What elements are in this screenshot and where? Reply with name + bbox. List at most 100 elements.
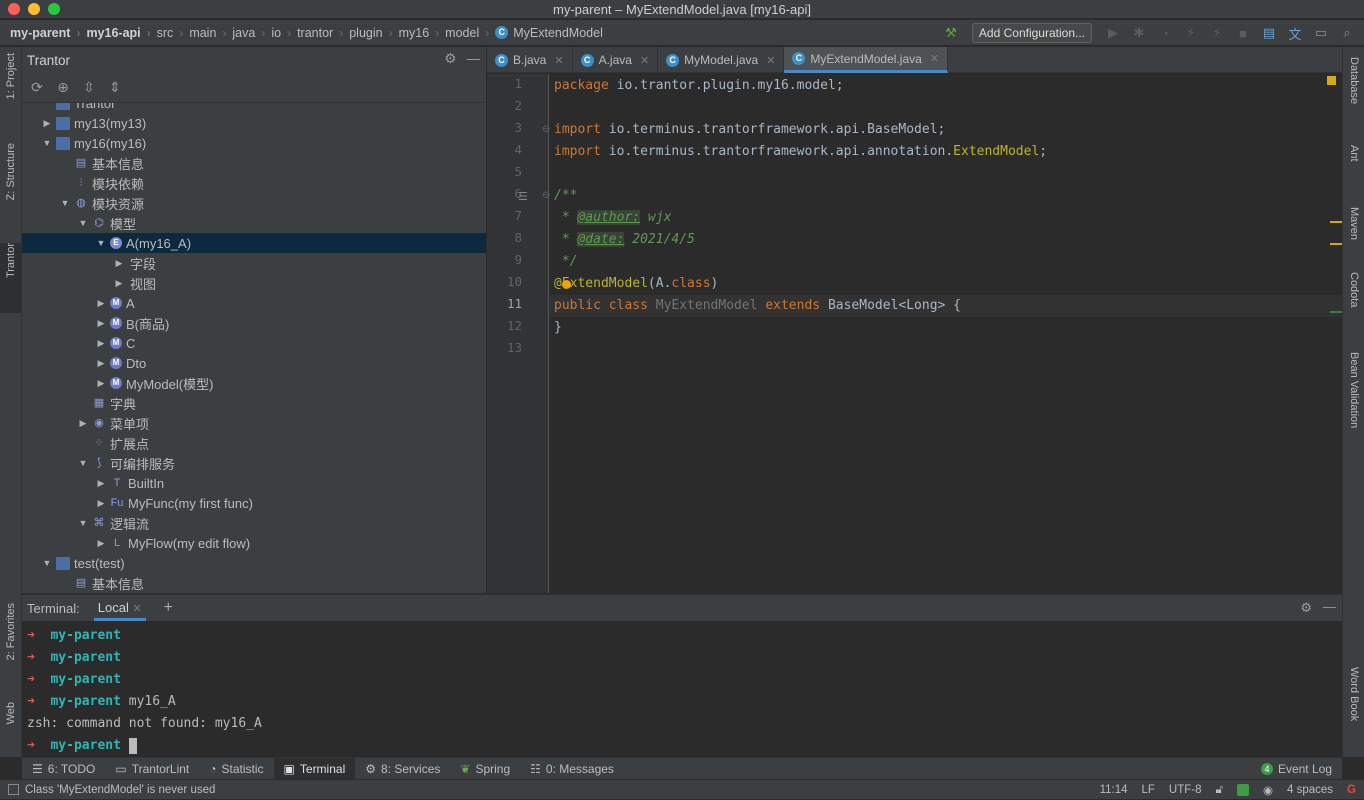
tool-tab-project[interactable]: 1: Project — [0, 53, 22, 133]
stop-icon[interactable]: ■ — [1232, 22, 1254, 44]
profile-icon[interactable]: ⚡ — [1180, 22, 1202, 44]
tool-tab-favorites[interactable]: 2: Favorites — [0, 603, 22, 693]
terminal-prompt[interactable]: ➜ my-parent — [27, 735, 1337, 757]
tool-tab-spring[interactable]: ❦ Spring — [450, 758, 520, 780]
tree-item[interactable]: ▶ 字段 — [22, 253, 486, 273]
fold-icon[interactable]: ⊖ — [542, 190, 550, 201]
zoom-window-button[interactable] — [48, 3, 60, 15]
tree-item[interactable]: ⁘ 扩展点 — [22, 433, 486, 453]
hide-icon[interactable]: — — [1323, 599, 1336, 614]
tree-item[interactable]: ▶ M MyModel(模型) — [22, 373, 486, 393]
expand-arrow-icon[interactable]: ▶ — [112, 258, 126, 269]
collapse-arrow-icon[interactable]: ▼ — [76, 458, 90, 468]
run-icon[interactable]: ▶ — [1102, 22, 1124, 44]
line-separator[interactable]: LF — [1142, 784, 1155, 796]
editor-tab[interactable]: C B.java ✕ — [487, 47, 573, 73]
tree-item[interactable]: ▶ M C — [22, 333, 486, 353]
tree-item[interactable]: ▤ 基本信息 — [22, 153, 486, 173]
breadcrumb-item[interactable]: trantor › — [297, 26, 349, 40]
tool-tab-messages[interactable]: ☷ 0: Messages — [520, 758, 624, 780]
tree-item[interactable]: Trantor — [22, 103, 486, 113]
expand-arrow-icon[interactable]: ▶ — [94, 318, 108, 329]
tree-item[interactable]: ▼ ⌘ 逻辑流 — [22, 513, 486, 533]
tree-item[interactable]: ▦ 字典 — [22, 393, 486, 413]
breadcrumb-item[interactable]: src › — [157, 26, 190, 40]
tool-tab-structure[interactable]: Z: Structure — [0, 143, 22, 233]
tool-tab-bean-validation[interactable]: Bean Validation — [1343, 352, 1364, 452]
close-icon[interactable]: ✕ — [766, 54, 775, 67]
tool-tab-trantorlint[interactable]: ▭ TrantorLint — [105, 758, 199, 780]
tree-item[interactable]: ▶ L MyFlow(my edit flow) — [22, 533, 486, 553]
tree-item[interactable]: ⫶ 模块依赖 — [22, 173, 486, 193]
editor-tab[interactable]: C MyModel.java ✕ — [658, 47, 785, 73]
tool-windows-icon[interactable] — [8, 784, 19, 795]
tool-tab-trantor[interactable]: Trantor — [0, 243, 22, 313]
hide-icon[interactable]: — — [467, 51, 481, 67]
minimize-window-button[interactable] — [28, 3, 40, 15]
close-icon[interactable]: ✕ — [930, 52, 939, 65]
tree-item[interactable]: ▼ ⟆ 可编排服务 — [22, 453, 486, 473]
breadcrumb-item[interactable]: java › — [232, 26, 271, 40]
collapse-arrow-icon[interactable]: ▼ — [94, 238, 108, 248]
tree-item[interactable]: ▤ 基本信息 — [22, 573, 486, 593]
breadcrumb-item[interactable]: C MyExtendModel — [495, 26, 603, 40]
caret-position[interactable]: 11:14 — [1100, 784, 1128, 796]
tool-tab-event-log[interactable]: 4 Event Log — [1251, 758, 1342, 780]
tree-item[interactable]: ▶ my13(my13) — [22, 113, 486, 133]
doc-render-icon[interactable]: ☰ — [518, 190, 528, 203]
collapse-arrow-icon[interactable]: ▼ — [76, 518, 90, 528]
expand-arrow-icon[interactable]: ▶ — [112, 278, 126, 289]
breadcrumb-item[interactable]: my16 › — [399, 26, 446, 40]
gear-icon[interactable]: ⚙ — [1300, 600, 1312, 616]
refresh-icon[interactable]: ⟳ — [28, 79, 46, 97]
add-configuration-button[interactable]: Add Configuration... — [971, 23, 1092, 43]
error-stripe-mark[interactable] — [1330, 243, 1342, 245]
codota-icon[interactable] — [1236, 784, 1249, 796]
gear-icon[interactable]: ⚙ — [444, 51, 456, 67]
coverage-icon[interactable]: ◔ — [1154, 22, 1176, 44]
breadcrumb-item[interactable]: plugin › — [349, 26, 398, 40]
tree-item[interactable]: ▶ 视图 — [22, 273, 486, 293]
breadcrumb-item[interactable]: my-parent › — [10, 26, 86, 40]
file-encoding[interactable]: UTF-8 — [1169, 784, 1202, 796]
breadcrumb-item[interactable]: io › — [271, 26, 297, 40]
attach-icon[interactable]: ⚡ — [1206, 22, 1228, 44]
expand-arrow-icon[interactable]: ▶ — [94, 498, 108, 509]
expand-arrow-icon[interactable]: ▶ — [76, 418, 90, 429]
expand-arrow-icon[interactable]: ▶ — [94, 338, 108, 349]
error-stripe-mark[interactable] — [1330, 311, 1342, 313]
collapse-arrow-icon[interactable]: ▼ — [40, 558, 54, 568]
editor-tab-active[interactable]: C MyExtendModel.java ✕ — [784, 47, 949, 73]
debug-icon[interactable]: ✱ — [1128, 22, 1150, 44]
terminal-tab-local[interactable]: Local ✕ — [93, 595, 146, 621]
breadcrumb-item[interactable]: model › — [445, 26, 495, 40]
google-translate-icon[interactable]: G — [1347, 784, 1356, 796]
project-structure-icon[interactable]: ▤ — [1258, 22, 1280, 44]
breadcrumb-item[interactable]: main › — [189, 26, 232, 40]
expand-arrow-icon[interactable]: ▶ — [40, 118, 54, 129]
tree-item[interactable]: ▼ ⌬ 模型 — [22, 213, 486, 233]
tree-item[interactable]: ▼ E A(my16_A) — [22, 233, 486, 253]
editor-tab[interactable]: C A.java ✕ — [573, 47, 659, 73]
tool-tab-ant[interactable]: Ant — [1343, 145, 1364, 185]
tool-tab-services[interactable]: ⚙ 8: Services — [355, 758, 450, 780]
expand-arrow-icon[interactable]: ▶ — [94, 478, 108, 489]
breadcrumb-item[interactable]: my16-api › — [86, 26, 156, 40]
tree-item[interactable]: ▼ my16(my16) — [22, 133, 486, 153]
collapse-arrow-icon[interactable]: ▼ — [40, 138, 54, 148]
expand-arrow-icon[interactable]: ▶ — [94, 298, 108, 309]
tool-tab-maven[interactable]: Maven — [1343, 207, 1364, 257]
tool-tab-database[interactable]: Database — [1343, 57, 1364, 137]
tool-tab-codota[interactable]: Codota — [1343, 272, 1364, 332]
expand-arrow-icon[interactable]: ▶ — [94, 538, 108, 549]
code-editor[interactable]: 1 2 3 4 5 6 7 8 9 10 11 12 13 ☰ ⊖ ⊖ pack… — [487, 74, 1342, 593]
tree-item[interactable]: ▶ M A — [22, 293, 486, 313]
tree-item[interactable]: ▶ M B(商品) — [22, 313, 486, 333]
new-tab-plus-icon[interactable]: + — [164, 599, 173, 617]
indent-setting[interactable]: 4 spaces — [1287, 784, 1333, 796]
collapse-all-icon[interactable]: ⇕ — [106, 79, 124, 97]
tool-tab-todo[interactable]: ☰ 6: TODO — [22, 758, 105, 780]
expand-arrow-icon[interactable]: ▶ — [94, 358, 108, 369]
tree-item[interactable]: ▶ T BuiltIn — [22, 473, 486, 493]
tree-item[interactable]: ▶ Fu MyFunc(my first func) — [22, 493, 486, 513]
